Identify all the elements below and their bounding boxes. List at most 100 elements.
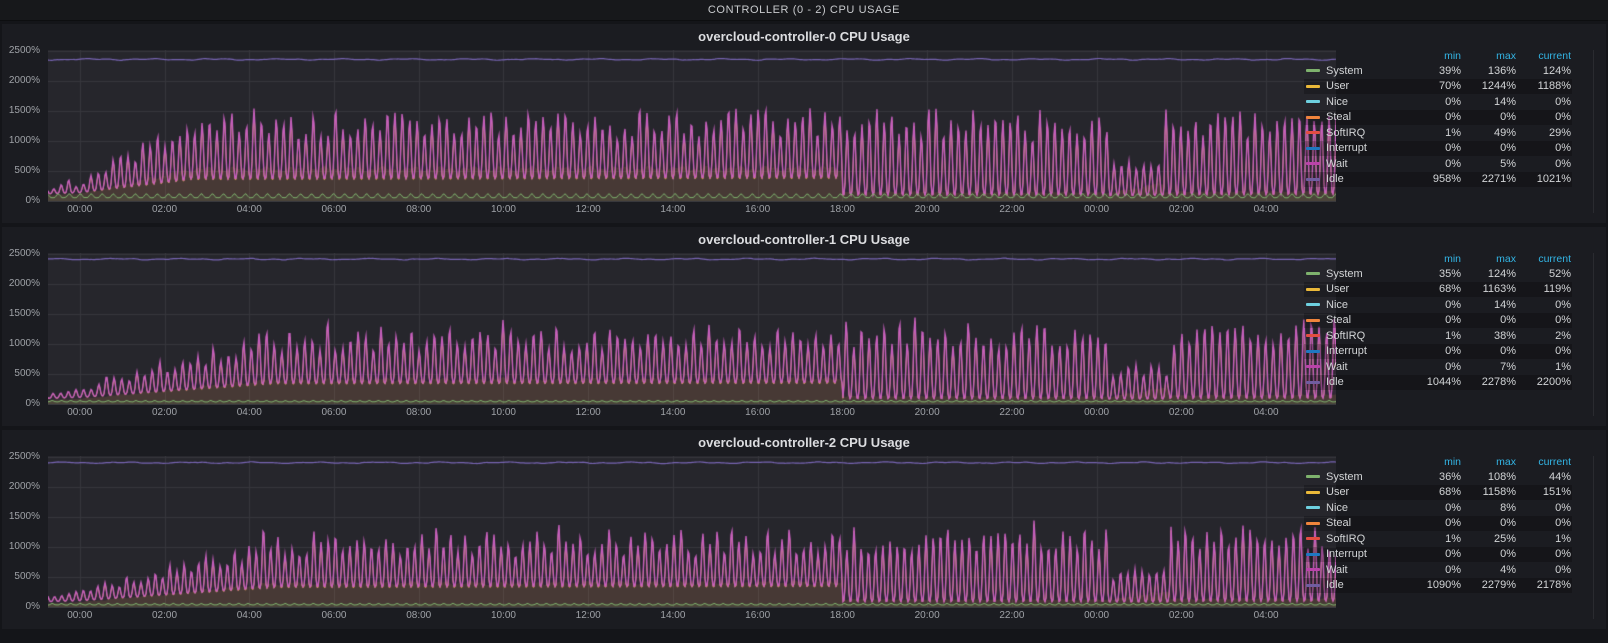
x-tick-label: 02:00 [152, 407, 177, 418]
y-tick-label: 0% [2, 399, 40, 409]
x-tick-label: 20:00 [915, 610, 940, 621]
cpu-usage-graph-2[interactable] [48, 456, 1336, 608]
legend-color-swatch-icon[interactable] [1306, 147, 1320, 150]
x-tick-label: 12:00 [576, 407, 601, 418]
legend-column-current[interactable]: current [1516, 253, 1571, 265]
legend-series-name[interactable]: System [1326, 268, 1406, 280]
legend-series-name[interactable]: Interrupt [1326, 142, 1406, 154]
legend-color-swatch-icon[interactable] [1306, 131, 1320, 134]
legend-row-softirq: SoftIRQ1%25%1% [1304, 531, 1572, 547]
legend-color-swatch-icon[interactable] [1306, 381, 1320, 384]
legend-value-min: 0% [1406, 502, 1461, 514]
legend-color-swatch-icon[interactable] [1306, 506, 1320, 509]
legend-color-swatch-icon[interactable] [1306, 350, 1320, 353]
legend-series-name[interactable]: Interrupt [1326, 345, 1406, 357]
legend-column-max[interactable]: max [1461, 50, 1516, 62]
legend-series-name[interactable]: User [1326, 486, 1406, 498]
y-tick-label: 1000% [2, 136, 40, 146]
legend-series-name[interactable]: Interrupt [1326, 548, 1406, 560]
legend-series-name[interactable]: Wait [1326, 564, 1406, 576]
legend-series-name[interactable]: Steal [1326, 314, 1406, 326]
legend-value-min: 0% [1406, 548, 1461, 560]
legend-color-swatch-icon[interactable] [1306, 178, 1320, 181]
plot-area-0 [48, 50, 1336, 202]
x-tick-label: 00:00 [1084, 204, 1109, 215]
legend-row-steal: Steal0%0%0% [1304, 516, 1572, 532]
plot-area-1 [48, 253, 1336, 405]
legend-value-current: 0% [1516, 564, 1571, 576]
legend-value-min: 0% [1406, 564, 1461, 576]
legend-series-name[interactable]: SoftIRQ [1326, 127, 1406, 139]
cpu-usage-graph-0[interactable] [48, 50, 1336, 202]
legend-column-max[interactable]: max [1461, 253, 1516, 265]
legend-color-swatch-icon[interactable] [1306, 475, 1320, 478]
legend-color-swatch-icon[interactable] [1306, 303, 1320, 306]
legend-color-swatch-icon[interactable] [1306, 288, 1320, 291]
dashboard: CONTROLLER (0 - 2) CPU USAGE overcloud-c… [0, 0, 1608, 629]
cpu-usage-graph-1[interactable] [48, 253, 1336, 405]
panel-controller-1: overcloud-controller-1 CPU Usage 0%500%1… [2, 227, 1606, 426]
legend-color-swatch-icon[interactable] [1306, 162, 1320, 165]
legend-value-current: 124% [1516, 65, 1571, 77]
legend-column-max[interactable]: max [1461, 456, 1516, 468]
x-tick-label: 02:00 [1169, 204, 1194, 215]
legend-column-min[interactable]: min [1406, 253, 1461, 265]
legend-series-name[interactable]: System [1326, 65, 1406, 77]
y-tick-label: 2000% [2, 279, 40, 289]
legend-series-name[interactable]: Nice [1326, 299, 1406, 311]
legend-series-name[interactable]: Idle [1326, 376, 1406, 388]
legend-value-min: 0% [1406, 361, 1461, 373]
legend-color-swatch-icon[interactable] [1306, 272, 1320, 275]
legend-series-name[interactable]: System [1326, 471, 1406, 483]
legend-series-name[interactable]: Nice [1326, 502, 1406, 514]
legend-series-name[interactable]: Wait [1326, 361, 1406, 373]
x-tick-label: 20:00 [915, 407, 940, 418]
legend-series-name[interactable]: Steal [1326, 111, 1406, 123]
legend-value-max: 0% [1461, 111, 1516, 123]
row-title[interactable]: CONTROLLER (0 - 2) CPU USAGE [0, 0, 1608, 21]
legend-series-name[interactable]: Idle [1326, 173, 1406, 185]
legend-value-min: 0% [1406, 142, 1461, 154]
legend-value-max: 7% [1461, 361, 1516, 373]
legend-column-current[interactable]: current [1516, 50, 1571, 62]
legend-column-current[interactable]: current [1516, 456, 1571, 468]
panel-title-2[interactable]: overcloud-controller-2 CPU Usage [2, 430, 1606, 455]
legend-value-min: 39% [1406, 65, 1461, 77]
legend-column-min[interactable]: min [1406, 456, 1461, 468]
legend-color-swatch-icon[interactable] [1306, 116, 1320, 119]
x-tick-label: 04:00 [1254, 204, 1279, 215]
x-tick-label: 08:00 [406, 204, 431, 215]
legend-color-swatch-icon[interactable] [1306, 584, 1320, 587]
legend-column-min[interactable]: min [1406, 50, 1461, 62]
legend-color-swatch-icon[interactable] [1306, 100, 1320, 103]
x-tick-label: 18:00 [830, 407, 855, 418]
panel-title-1[interactable]: overcloud-controller-1 CPU Usage [2, 227, 1606, 252]
panel-title-0[interactable]: overcloud-controller-0 CPU Usage [2, 24, 1606, 49]
legend-value-min: 1% [1406, 127, 1461, 139]
legend-value-max: 124% [1461, 268, 1516, 280]
legend-color-swatch-icon[interactable] [1306, 537, 1320, 540]
legend-series-name[interactable]: User [1326, 283, 1406, 295]
legend-series-name[interactable]: Nice [1326, 96, 1406, 108]
legend-series-name[interactable]: Steal [1326, 517, 1406, 529]
legend-color-swatch-icon[interactable] [1306, 85, 1320, 88]
legend-color-swatch-icon[interactable] [1306, 334, 1320, 337]
legend-color-swatch-icon[interactable] [1306, 365, 1320, 368]
y-tick-label: 1500% [2, 106, 40, 116]
legend-color-swatch-icon[interactable] [1306, 553, 1320, 556]
legend-series-name[interactable]: Idle [1326, 579, 1406, 591]
legend-row-softirq: SoftIRQ1%49%29% [1304, 125, 1572, 141]
legend-series-name[interactable]: SoftIRQ [1326, 533, 1406, 545]
legend-series-name[interactable]: User [1326, 80, 1406, 92]
legend-color-swatch-icon[interactable] [1306, 568, 1320, 571]
legend-color-swatch-icon[interactable] [1306, 319, 1320, 322]
x-tick-label: 06:00 [321, 204, 346, 215]
legend-color-swatch-icon[interactable] [1306, 491, 1320, 494]
x-tick-label: 02:00 [152, 610, 177, 621]
legend-series-name[interactable]: SoftIRQ [1326, 330, 1406, 342]
legend-value-min: 1% [1406, 330, 1461, 342]
legend-value-min: 0% [1406, 299, 1461, 311]
legend-color-swatch-icon[interactable] [1306, 69, 1320, 72]
legend-color-swatch-icon[interactable] [1306, 522, 1320, 525]
legend-series-name[interactable]: Wait [1326, 158, 1406, 170]
